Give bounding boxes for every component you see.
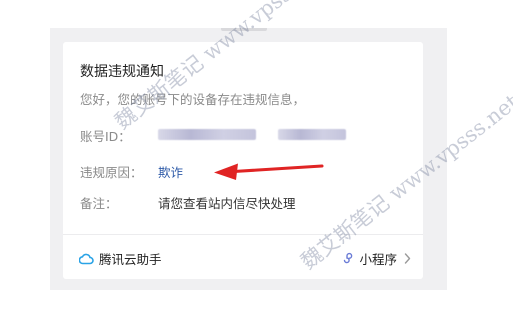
- annotation-arrow-icon: [214, 163, 324, 180]
- mini-program-icon: [342, 252, 355, 265]
- chevron-right-icon: [404, 253, 411, 264]
- app-name: 腾讯云助手: [99, 252, 162, 267]
- notice-greeting: 您好，您的账号下的设备存在违规信息，: [80, 92, 306, 107]
- notice-title: 数据违规通知: [80, 64, 164, 80]
- account-id-label: 账号ID：: [80, 129, 131, 144]
- cloud-icon: [79, 252, 94, 265]
- remark-label: 备注：: [80, 196, 118, 211]
- remark-value: 请您查看站内信尽快处理: [158, 196, 296, 211]
- tencent-cloud-assistant-link[interactable]: 腾讯云助手: [79, 249, 162, 268]
- violation-reason-value[interactable]: 欺诈: [158, 162, 183, 181]
- footer-divider: [63, 234, 423, 235]
- violation-reason-label: 违规原因：: [80, 165, 143, 180]
- account-id-redacted-part-2: [278, 129, 346, 140]
- drag-handle: [221, 28, 267, 31]
- account-id-redacted-part-1: [158, 129, 256, 140]
- mini-program-label: 小程序: [359, 252, 397, 267]
- mini-program-link[interactable]: 小程序: [342, 249, 411, 268]
